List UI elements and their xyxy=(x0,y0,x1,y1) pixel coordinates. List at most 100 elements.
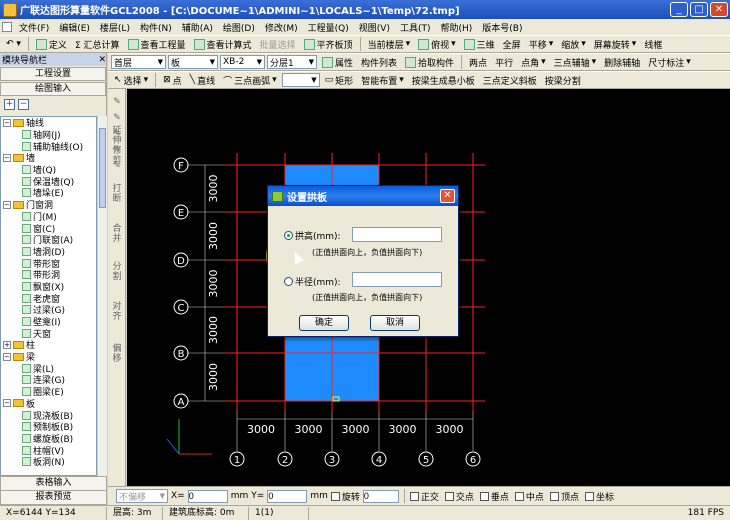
batch-select-button[interactable]: 批量选择 xyxy=(257,36,299,52)
modify-tool-6[interactable]: 偏移 xyxy=(109,344,125,364)
collapse-icon[interactable]: − xyxy=(3,352,11,361)
tree-item[interactable]: 带形窗 xyxy=(1,257,96,270)
rotate-box[interactable] xyxy=(330,491,340,501)
x-input[interactable] xyxy=(187,489,228,503)
floor-combo[interactable]: 首层 ▼ xyxy=(111,55,166,69)
rotate-checkbox[interactable]: 旋转 xyxy=(330,490,360,503)
rectangle-button[interactable]: ▭ 矩形 xyxy=(322,72,357,88)
sum-calc-button[interactable]: Σ 汇总计算 xyxy=(72,36,123,52)
tree-item[interactable]: 墙垛(E) xyxy=(1,187,96,199)
dimension-button[interactable]: 尺寸标注 ▾ xyxy=(645,54,694,70)
screen-rotate-button[interactable]: 屏幕旋转 ▾ xyxy=(591,36,640,52)
current-floor-button[interactable]: 当前楼层 ▾ xyxy=(365,36,414,52)
tree-item[interactable]: 柱帽(V) xyxy=(1,444,96,457)
pick-component-button[interactable]: 拾取构件 xyxy=(402,54,457,70)
tree-item[interactable]: 带形洞 xyxy=(1,269,96,281)
snap-option-2[interactable]: 垂点 xyxy=(479,490,509,503)
minimize-button[interactable]: _ xyxy=(670,2,688,17)
split-by-beam-button[interactable]: 按梁分割 xyxy=(542,72,584,88)
modify-tool-5[interactable]: 对齐 xyxy=(109,302,125,322)
rotate-input[interactable] xyxy=(362,489,399,503)
arch-height-radio[interactable]: 拱高(mm): xyxy=(284,229,341,242)
strip-tool-icon[interactable]: ✎ xyxy=(109,145,125,155)
nav-scrollbar[interactable] xyxy=(97,116,107,476)
tree-item[interactable]: 过梁(G) xyxy=(1,304,96,316)
radius-input[interactable] xyxy=(352,272,442,287)
parallel-button[interactable]: 平行 xyxy=(492,54,516,70)
tree-item[interactable]: 墙洞(D) xyxy=(1,246,96,258)
menu-item-3[interactable]: 构件(N) xyxy=(135,21,177,34)
undo-button[interactable]: ↶ ▾ xyxy=(3,36,24,52)
tree-item[interactable]: 老虎窗 xyxy=(1,292,96,305)
tree-item[interactable]: 连梁(G) xyxy=(1,374,96,386)
arch-height-radio-dot[interactable] xyxy=(284,231,293,240)
y-input[interactable] xyxy=(267,489,308,503)
define-button[interactable]: 定义 xyxy=(33,36,70,52)
add-icon[interactable]: + xyxy=(4,98,15,110)
table-input-button[interactable]: 表格输入 xyxy=(0,476,107,491)
dialog-close-button[interactable]: ✕ xyxy=(440,189,455,203)
wireframe-button[interactable]: 线框 xyxy=(641,36,665,52)
close-button[interactable]: ✕ xyxy=(710,2,728,17)
collapse-icon[interactable]: − xyxy=(3,200,11,209)
snap-option-3[interactable]: 中点 xyxy=(514,490,544,503)
snap-option-1[interactable]: 交点 xyxy=(444,490,474,503)
generate-slab-button[interactable]: 按梁生成悬小板 xyxy=(409,72,478,88)
collapse-icon[interactable]: − xyxy=(3,118,11,127)
view-quantity-button[interactable]: 查看工程量 xyxy=(125,36,189,52)
menu-item-8[interactable]: 视图(V) xyxy=(354,21,395,34)
three-point-slope-button[interactable]: 三点定义斜板 xyxy=(480,72,540,88)
pan-button[interactable]: 平移 ▾ xyxy=(526,36,557,52)
collapse-icon[interactable]: − xyxy=(3,399,11,408)
strip-tool-icon[interactable]: ✎ xyxy=(109,129,125,139)
tree-item[interactable]: 门(M) xyxy=(1,211,96,223)
three-point-axis-button[interactable]: 三点辅轴 ▾ xyxy=(551,54,600,70)
strip-tool-icon[interactable]: ✎ xyxy=(109,113,125,123)
ok-button[interactable]: 确定 xyxy=(299,315,349,331)
modify-tool-4[interactable]: 分割 xyxy=(109,262,125,282)
tree-item[interactable]: 预制板(B) xyxy=(1,421,96,433)
select-button[interactable]: ↖ 选择 ▾ xyxy=(111,72,151,88)
zoom-button[interactable]: 缩放 ▾ xyxy=(558,36,589,52)
tree-item[interactable]: 窗(C) xyxy=(1,222,96,235)
component-list-button[interactable]: 构件列表 xyxy=(358,54,400,70)
pin-icon[interactable]: ✕ xyxy=(98,55,106,65)
tree-item[interactable]: 天窗 xyxy=(1,327,96,340)
tree-item[interactable]: 板洞(N) xyxy=(1,456,96,468)
delete-axis-button[interactable]: 删除辅轴 xyxy=(601,54,643,70)
tree-item[interactable]: 保温墙(Q) xyxy=(1,175,96,188)
modify-tool-2[interactable]: 打断 xyxy=(109,184,125,204)
drawing-input-button[interactable]: 绘图输入 xyxy=(0,82,106,96)
menu-item-11[interactable]: 版本号(B) xyxy=(477,21,527,34)
project-settings-button[interactable]: 工程设置 xyxy=(0,67,106,81)
tree-item[interactable]: 墙(Q) xyxy=(1,164,96,176)
tree-category[interactable]: − 轴线 xyxy=(1,117,96,129)
menu-item-7[interactable]: 工程量(Q) xyxy=(303,21,354,34)
type-combo[interactable]: 板 ▼ xyxy=(168,55,218,69)
collapse-icon[interactable]: − xyxy=(3,153,11,162)
snap-option-0[interactable]: 正交 xyxy=(409,490,439,503)
arch-height-input[interactable] xyxy=(352,227,442,242)
tree-item[interactable]: 飘窗(X) xyxy=(1,281,96,293)
menu-item-6[interactable]: 修改(M) xyxy=(260,21,303,34)
three-d-button[interactable]: 三维 xyxy=(461,36,498,52)
tree-category[interactable]: − 板 xyxy=(1,398,96,410)
menu-item-5[interactable]: 绘图(D) xyxy=(218,21,260,34)
tree-item[interactable]: 辅助轴线(O) xyxy=(1,140,96,153)
fullscreen-button[interactable]: 全屏 xyxy=(500,36,524,52)
radius-radio[interactable]: 半径(mm): xyxy=(284,275,341,288)
maximize-button[interactable]: □ xyxy=(690,2,708,17)
menu-item-9[interactable]: 工具(T) xyxy=(395,21,436,34)
attributes-button[interactable]: 属性 xyxy=(319,54,356,70)
line-button[interactable]: ╲ 直线 xyxy=(187,72,218,88)
strip-tool-icon[interactable]: ✎ xyxy=(109,161,125,171)
tree-item[interactable]: 螺旋板(B) xyxy=(1,433,96,445)
menu-item-1[interactable]: 编辑(E) xyxy=(54,21,95,34)
scroll-thumb[interactable] xyxy=(99,128,106,208)
tree-category[interactable]: − 墙 xyxy=(1,152,96,164)
report-preview-button[interactable]: 报表预览 xyxy=(0,490,107,505)
menu-item-2[interactable]: 楼层(L) xyxy=(95,21,135,34)
name-combo[interactable]: XB-2 ▼ xyxy=(220,55,265,69)
smart-layout-button[interactable]: 智能布置 ▾ xyxy=(358,72,407,88)
layer-combo[interactable]: 分层1 ▼ xyxy=(267,55,317,69)
